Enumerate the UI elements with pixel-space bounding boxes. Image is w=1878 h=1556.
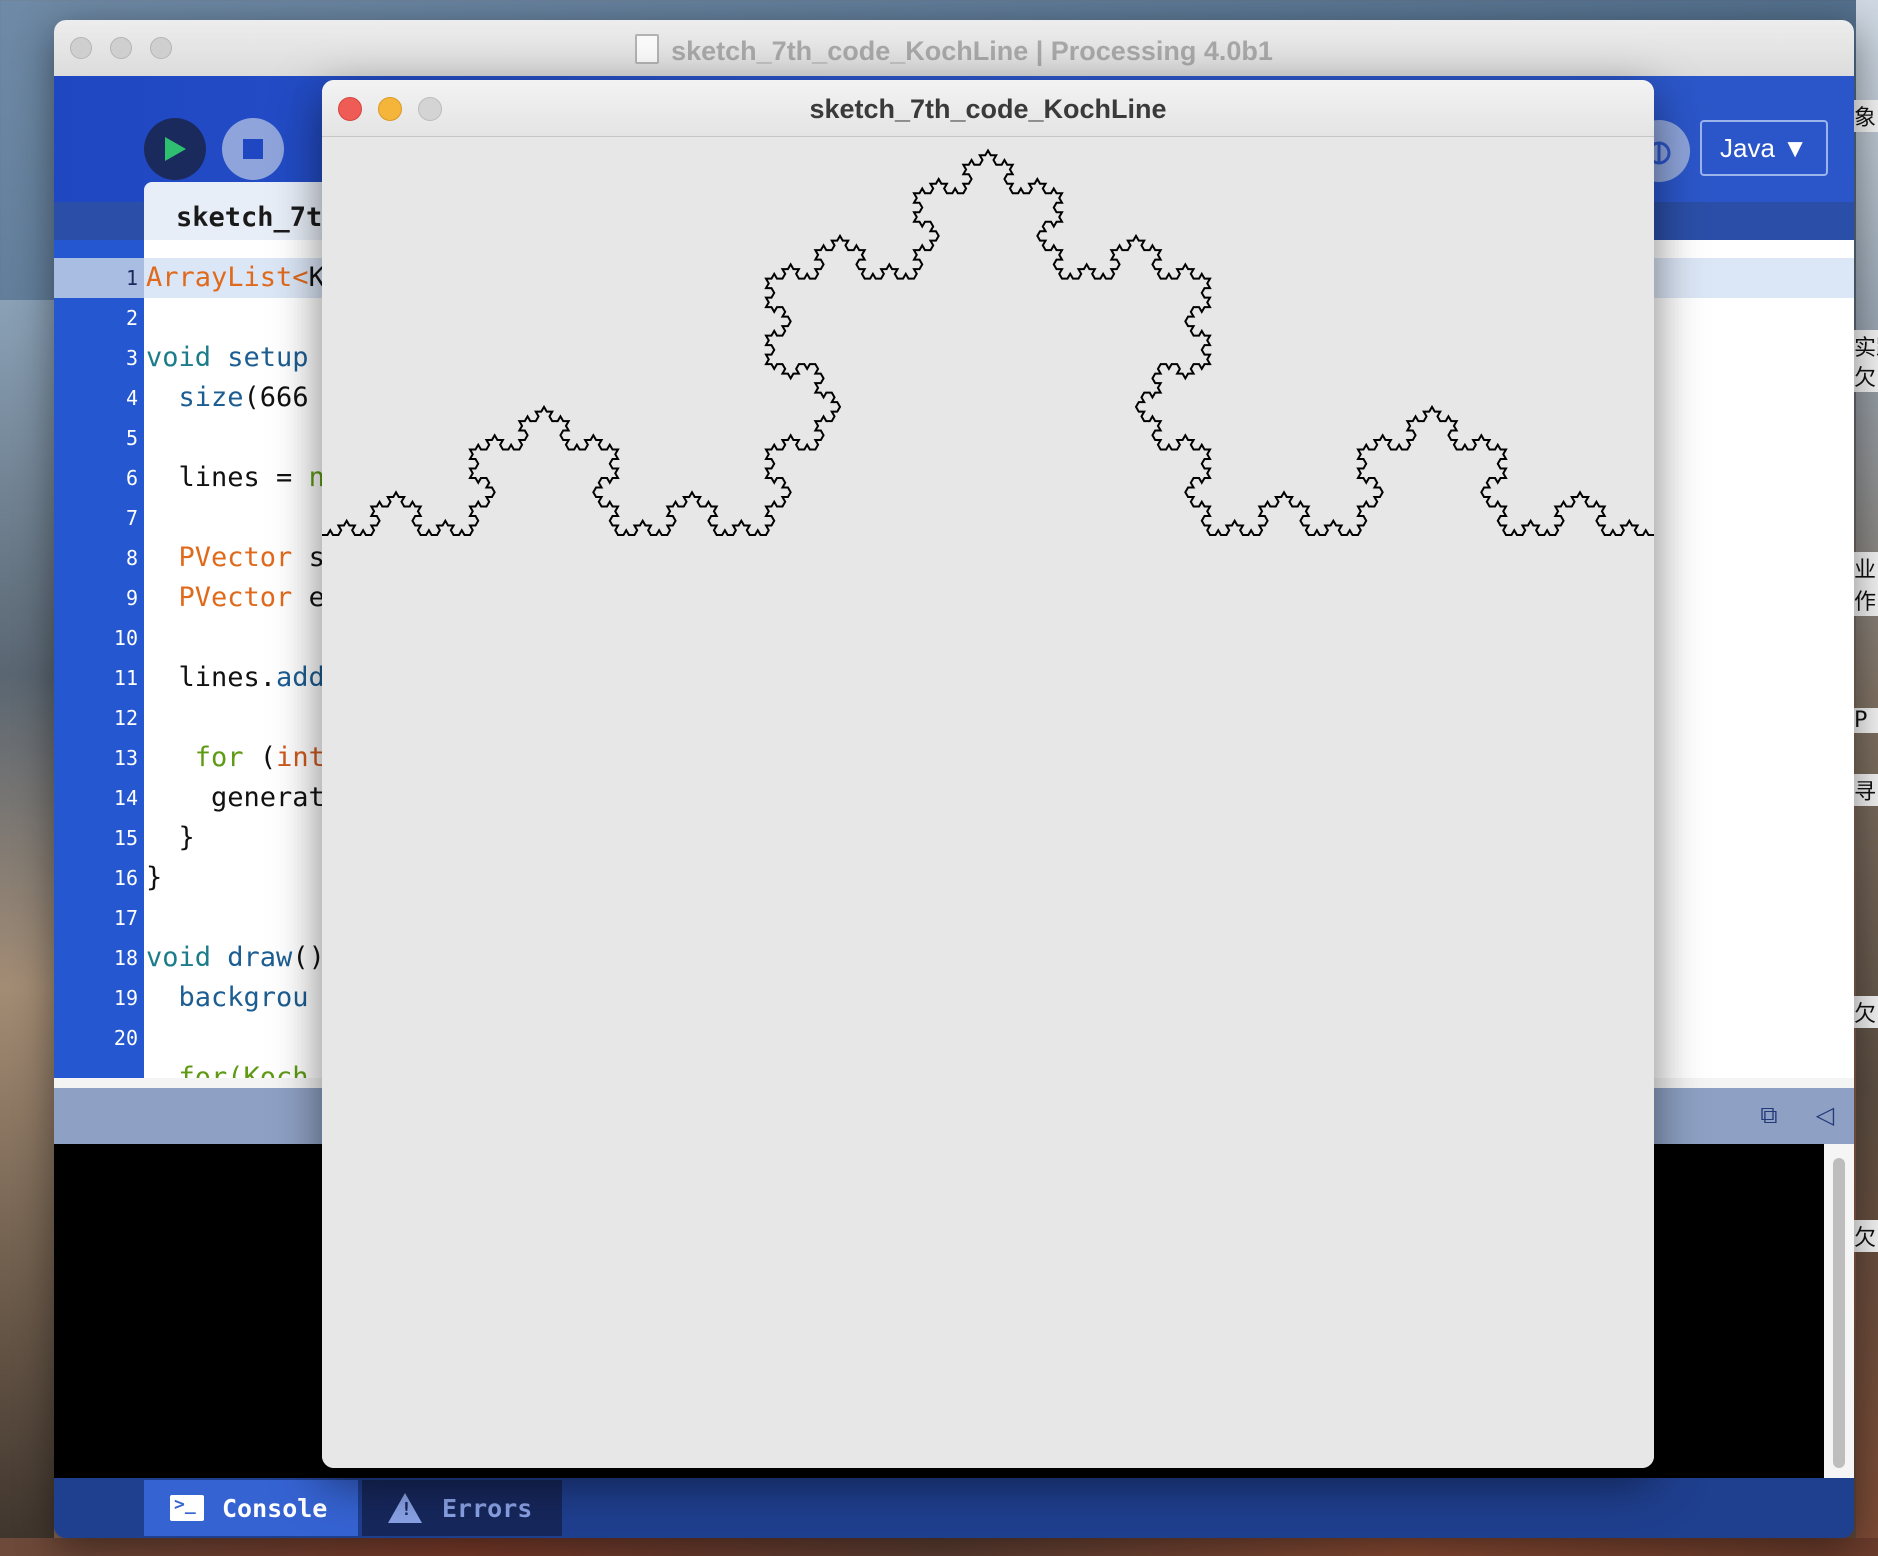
tab-errors-label: Errors [442, 1493, 533, 1523]
footer-bar: >_ Console ! Errors [54, 1478, 1854, 1538]
code-line-1: ArrayList<K [146, 258, 325, 298]
console-scrollbar-thumb[interactable] [1833, 1158, 1845, 1468]
stop-icon [243, 139, 263, 159]
mode-selector[interactable]: Java ▼ [1700, 120, 1828, 176]
code-token: setup [211, 342, 309, 373]
line-number: 20 [113, 1026, 138, 1050]
line-number: 16 [113, 866, 138, 890]
line-number: 2 [125, 306, 138, 330]
code-line-11: lines.add [146, 658, 325, 698]
code-token: for [194, 742, 244, 773]
code-token: size [178, 382, 244, 413]
line-number: 8 [125, 546, 138, 570]
sketch-title: sketch_7th_code_KochLine [809, 94, 1167, 124]
code-token: draw [211, 942, 293, 973]
line-number: 15 [113, 826, 138, 850]
sketch-titlebar[interactable]: sketch_7th_code_KochLine [322, 80, 1654, 137]
code-line-19: backgrou [146, 978, 309, 1018]
code-token: int [276, 742, 325, 773]
background-window-text: 业自 [1852, 552, 1878, 584]
code-line-15: } [146, 822, 195, 853]
canvas-background [322, 137, 1654, 1468]
line-number: 19 [113, 986, 138, 1010]
code-token: PVector [178, 582, 293, 613]
code-line-4: size(666 [146, 378, 309, 418]
window-title: sketch_7th_code_KochLine | Processing 4.… [54, 34, 1854, 67]
line-number: 9 [125, 586, 138, 610]
desktop-background [0, 300, 54, 1550]
ide-titlebar[interactable]: sketch_7th_code_KochLine | Processing 4.… [54, 20, 1854, 77]
sketch-canvas [322, 137, 1654, 1468]
line-number: 6 [125, 466, 138, 490]
play-icon [165, 137, 186, 161]
code-token: PVector [178, 542, 293, 573]
code-line-18: void draw() [146, 938, 325, 978]
code-line-8: PVector s [146, 538, 325, 578]
line-number: 4 [125, 386, 138, 410]
document-icon [635, 34, 660, 64]
background-window-text: 实践 [1852, 330, 1878, 362]
code-token: void [146, 342, 212, 373]
line-number: 1 [54, 258, 144, 298]
line-number: 14 [113, 786, 138, 810]
code-line-14: generat [146, 782, 325, 813]
copy-icon[interactable]: ⧉ [1754, 1100, 1784, 1130]
code-token: s [292, 542, 325, 573]
line-number-gutter: 1 2 3 4 5 6 7 8 9 10 11 12 13 14 15 16 1… [54, 240, 144, 1078]
code-line-13: for (int [146, 738, 325, 778]
sketch-window: sketch_7th_code_KochLine [322, 80, 1654, 1468]
background-window-text: 象 [1852, 100, 1878, 132]
line-number: 13 [113, 746, 138, 770]
line-number: 11 [113, 666, 138, 690]
line-number: 10 [113, 626, 138, 650]
background-window-text: 作 [1852, 584, 1878, 616]
code-line-6: lines = n [146, 458, 325, 498]
background-window-text: 欠. [1852, 360, 1878, 392]
code-token: lines = [146, 462, 309, 493]
line-number: 17 [113, 906, 138, 930]
desktop-background-bottom [0, 1538, 1878, 1556]
line-number: 3 [125, 346, 138, 370]
line-number: 7 [125, 506, 138, 530]
triangle-left-icon[interactable]: ◁ [1810, 1100, 1840, 1130]
code-token: ( [243, 742, 277, 773]
code-line-21: for(Koch [146, 1062, 309, 1078]
code-token: () [292, 942, 325, 973]
code-token: ArrayList< [146, 262, 309, 293]
tab-errors[interactable]: ! Errors [362, 1480, 562, 1536]
code-token: (666 [243, 382, 309, 413]
code-token: backgrou [178, 982, 309, 1013]
line-number: 18 [113, 946, 138, 970]
stop-button[interactable] [222, 118, 284, 180]
code-line-16: } [146, 862, 163, 893]
tab-console[interactable]: >_ Console [144, 1480, 358, 1536]
tab-console-label: Console [222, 1493, 328, 1523]
code-token: lines. [146, 662, 277, 693]
background-window-text: 寻己 [1852, 774, 1878, 806]
line-number: 5 [125, 426, 138, 450]
terminal-icon: >_ [170, 1494, 204, 1521]
run-button[interactable] [144, 118, 206, 180]
code-token: e [292, 582, 325, 613]
background-window-text: P [1852, 708, 1878, 733]
background-window-text: 欠 [1852, 996, 1878, 1028]
code-line-9: PVector e [146, 578, 325, 618]
background-window-text: 欠 [1852, 1220, 1878, 1252]
window-title-text: sketch_7th_code_KochLine | Processing 4.… [671, 36, 1273, 66]
console-scrollbar[interactable] [1824, 1144, 1854, 1478]
line-number: 12 [113, 706, 138, 730]
code-token: add [276, 662, 325, 693]
code-token: void [146, 942, 212, 973]
code-line-3: void setup [146, 338, 309, 378]
warning-icon: ! [388, 1493, 422, 1523]
